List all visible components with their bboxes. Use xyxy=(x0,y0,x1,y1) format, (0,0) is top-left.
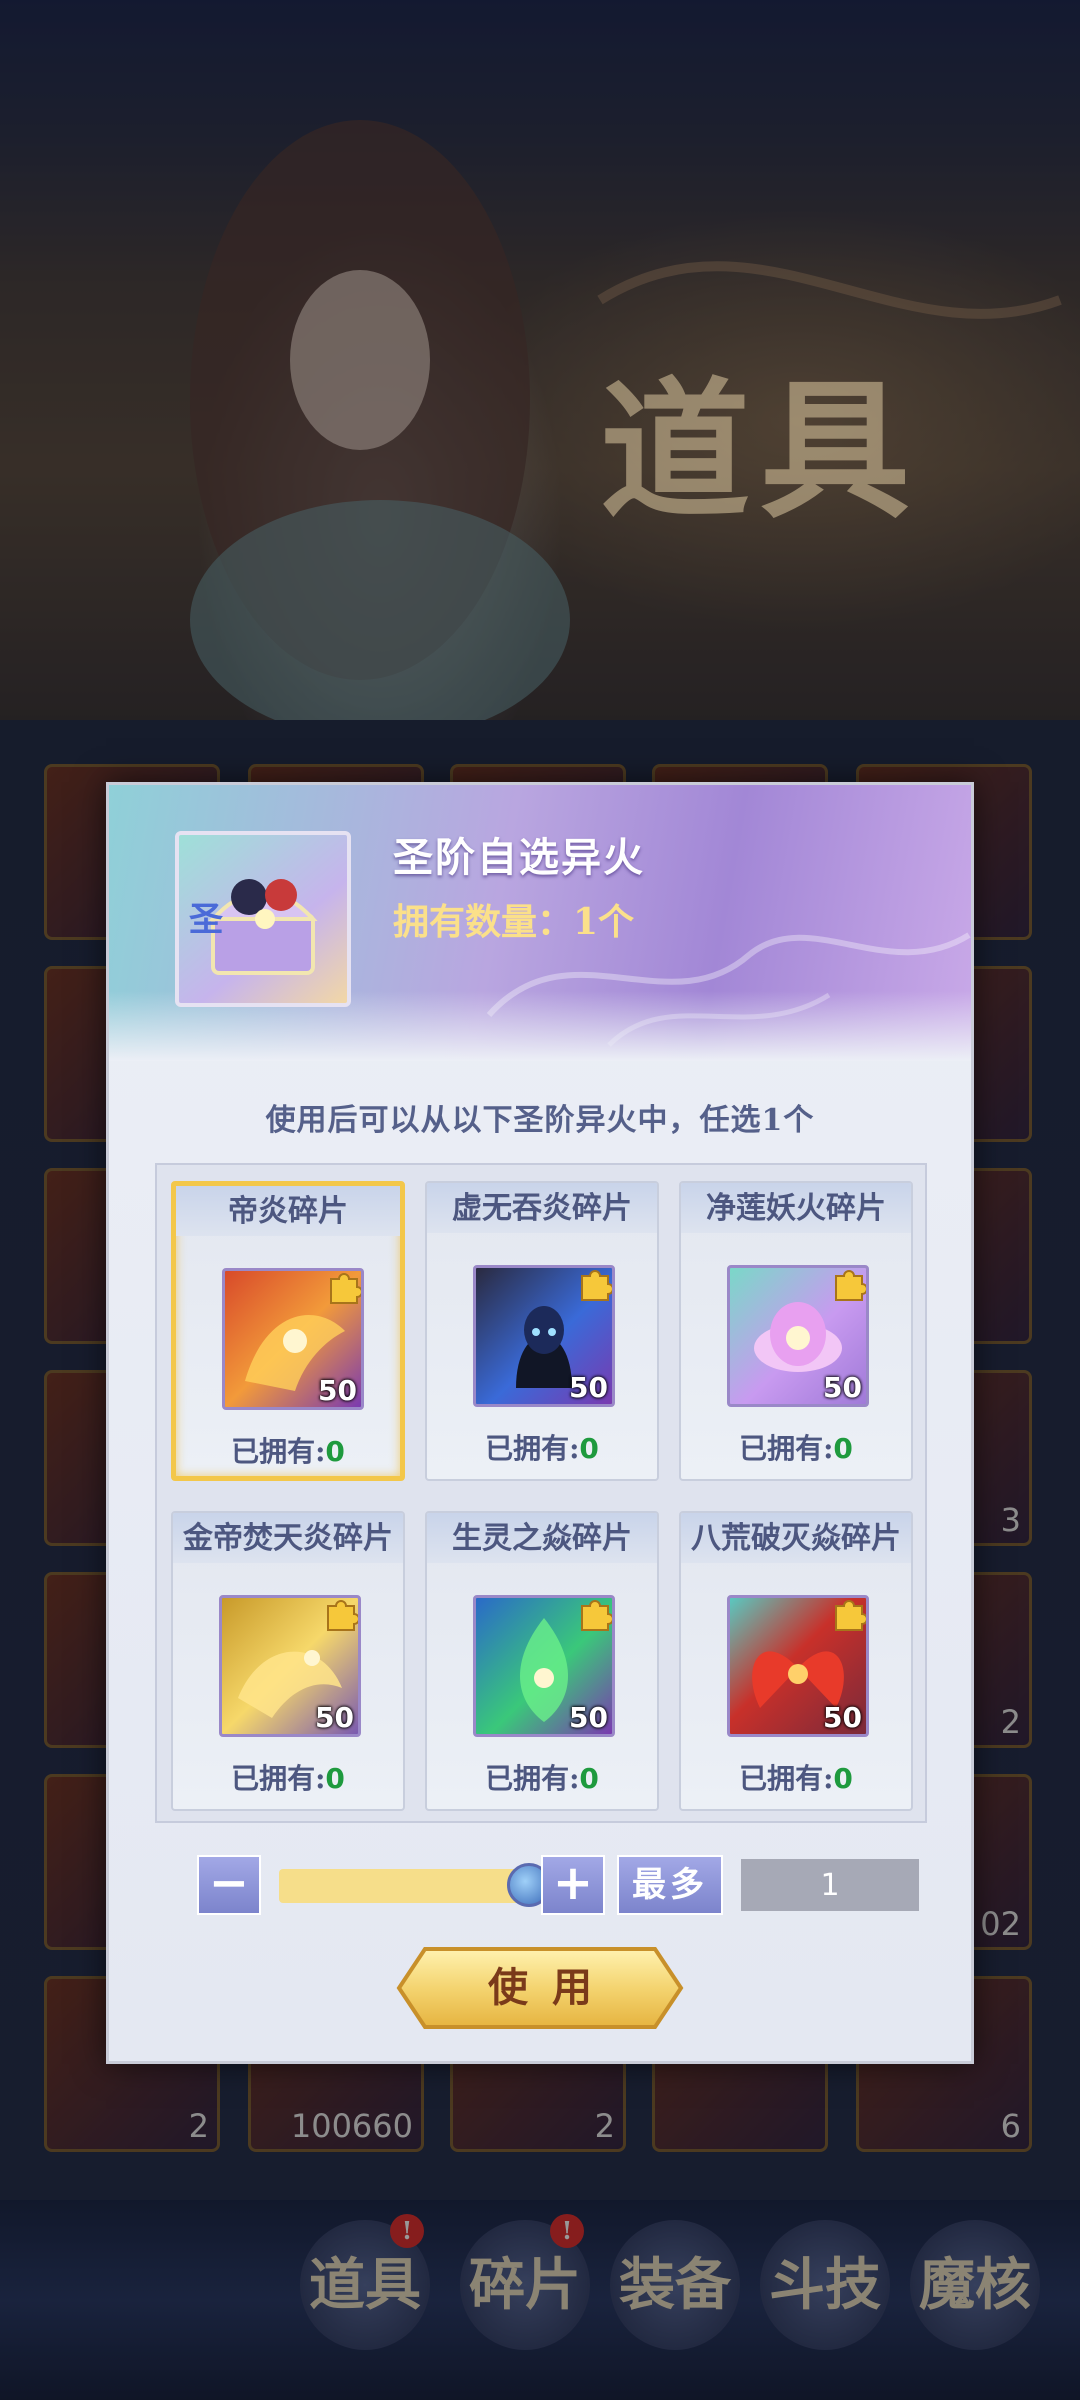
flame-phoenix-icon: 50 xyxy=(222,1268,364,1410)
option-card-jin-di-fen-tian-yan[interactable]: 金帝焚天炎碎片 50 已拥有:0 xyxy=(171,1511,405,1811)
quantity-slider[interactable] xyxy=(279,1863,551,1907)
use-button[interactable]: 使用 xyxy=(395,1945,685,2031)
option-card-xu-wu-tun-yan[interactable]: 虚无吞炎碎片 50 已拥有:0 xyxy=(425,1181,659,1481)
fragment-quantity: 50 xyxy=(569,1371,608,1404)
fragment-quantity: 50 xyxy=(318,1374,357,1407)
option-name: 金帝焚天炎碎片 xyxy=(173,1513,403,1563)
slider-fill xyxy=(279,1869,529,1903)
owned-count: 已拥有:0 xyxy=(231,1762,345,1795)
option-card-sheng-ling-zhi-yan[interactable]: 生灵之焱碎片 50 已拥有:0 xyxy=(425,1511,659,1811)
use-button-label: 使用 xyxy=(488,1964,616,2011)
slot-count: 2 xyxy=(594,2107,615,2145)
green-flame-icon: 50 xyxy=(473,1595,615,1737)
decrease-button[interactable]: − xyxy=(197,1855,261,1915)
svg-text:圣: 圣 xyxy=(189,900,223,940)
owned-count: 已拥有:0 xyxy=(231,1435,345,1468)
item-name: 圣阶自选异火 xyxy=(393,834,645,881)
tab-magic-core[interactable]: 魔核 xyxy=(910,2220,1040,2350)
slot-count: 2 xyxy=(188,2107,209,2145)
option-card-jing-lian-yao-huo[interactable]: 净莲妖火碎片 50 已拥有:0 xyxy=(679,1181,913,1481)
fragment-quantity: 50 xyxy=(315,1701,354,1734)
item-use-dialog: 圣 圣阶自选异火 拥有数量：1个 使用后可以从以下圣阶异火中，任选1个 帝炎碎片… xyxy=(106,782,974,2064)
lotus-flame-icon: 50 xyxy=(727,1265,869,1407)
tab-label: 装备 xyxy=(619,2252,731,2318)
tab-label: 碎片 xyxy=(469,2252,581,2318)
fragment-quantity: 50 xyxy=(823,1701,862,1734)
owned-count: 已拥有:0 xyxy=(485,1432,599,1465)
option-name: 八荒破灭焱碎片 xyxy=(681,1513,911,1563)
hooded-figure-icon: 50 xyxy=(473,1265,615,1407)
increase-button[interactable]: + xyxy=(541,1855,605,1915)
item-count: 拥有数量：1个 xyxy=(393,901,635,943)
slot-count: 100660 xyxy=(290,2107,413,2145)
slot-count: 6 xyxy=(1000,2107,1021,2145)
dialog-description: 使用后可以从以下圣阶异火中，任选1个 xyxy=(265,1103,815,1138)
fragment-quantity: 50 xyxy=(823,1371,862,1404)
slot-count: 3 xyxy=(1000,1501,1021,1539)
owned-count: 已拥有:0 xyxy=(485,1762,599,1795)
tab-items[interactable]: 道具! xyxy=(300,2214,430,2350)
tab-label: 魔核 xyxy=(919,2252,1031,2318)
option-name: 虚无吞炎碎片 xyxy=(427,1183,657,1233)
option-grid: 帝炎碎片 50 已拥有:0 虚无吞炎碎片 50 已拥有:0 净莲妖火碎片 50 xyxy=(155,1163,927,1823)
max-button[interactable]: 最多 xyxy=(617,1855,723,1915)
tab-label: 道具 xyxy=(309,2252,421,2318)
treasure-chest-icon: 圣 xyxy=(175,831,351,1007)
notification-badge: ! xyxy=(390,2214,424,2248)
red-wings-icon: 50 xyxy=(727,1595,869,1737)
golden-dragon-icon: 50 xyxy=(219,1595,361,1737)
tab-equipment[interactable]: 装备 xyxy=(610,2220,740,2350)
option-name: 净莲妖火碎片 xyxy=(681,1183,911,1233)
option-card-ba-huang-po-mie-yan[interactable]: 八荒破灭焱碎片 50 已拥有:0 xyxy=(679,1511,913,1811)
option-card-di-yan[interactable]: 帝炎碎片 50 已拥有:0 xyxy=(171,1181,405,1481)
slot-count: 02 xyxy=(980,1905,1021,1943)
option-name: 帝炎碎片 xyxy=(176,1186,400,1236)
notification-badge: ! xyxy=(550,2214,584,2248)
background-page-title: 道具 xyxy=(600,363,921,539)
fragment-quantity: 50 xyxy=(569,1701,608,1734)
tab-label: 斗技 xyxy=(769,2252,881,2318)
owned-count: 已拥有:0 xyxy=(739,1432,853,1465)
tab-skills[interactable]: 斗技 xyxy=(760,2220,890,2350)
option-name: 生灵之焱碎片 xyxy=(427,1513,657,1563)
tab-fragments[interactable]: 碎片! xyxy=(460,2214,590,2350)
slot-count: 2 xyxy=(1000,1703,1021,1741)
quantity-input[interactable] xyxy=(741,1859,919,1911)
owned-count: 已拥有:0 xyxy=(739,1762,853,1795)
